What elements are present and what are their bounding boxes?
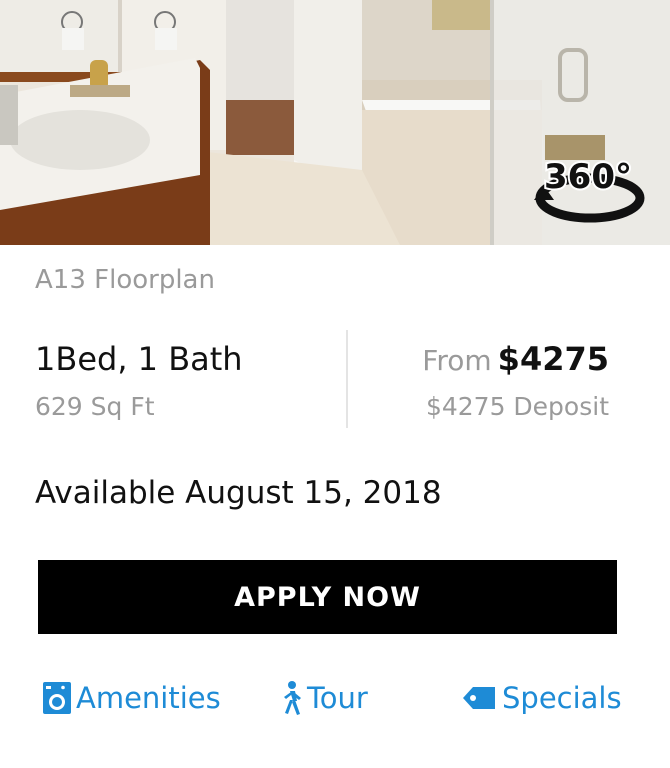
bathroom-photo[interactable]: 360°: [0, 0, 670, 245]
beds-baths: 1Bed, 1 Bath: [35, 340, 243, 378]
amenities-label: Amenities: [76, 681, 221, 715]
tag-icon: [463, 687, 495, 709]
divider: [346, 330, 348, 428]
floorplan-name: A13 Floorplan: [35, 265, 215, 295]
washer-icon: [43, 682, 71, 714]
specials-label: Specials: [502, 681, 622, 715]
tour-label: Tour: [307, 681, 368, 715]
price: From $4275: [422, 340, 609, 378]
tour-link[interactable]: Tour: [279, 678, 368, 718]
apply-now-button[interactable]: APPLY NOW: [38, 560, 617, 634]
availability-date: Available August 15, 2018: [35, 475, 442, 511]
360-view-icon[interactable]: 360°: [534, 142, 646, 224]
walking-person-icon: [284, 681, 301, 715]
price-amount: $4275: [497, 340, 609, 378]
price-prefix: From: [422, 344, 492, 377]
amenities-link[interactable]: Amenities: [42, 678, 221, 718]
360-badge-text: 360°: [544, 157, 632, 197]
square-footage: 629 Sq Ft: [35, 392, 155, 421]
specials-link[interactable]: Specials: [462, 678, 622, 718]
deposit: $4275 Deposit: [425, 392, 609, 421]
360-view-graphic: 360°: [534, 155, 645, 223]
